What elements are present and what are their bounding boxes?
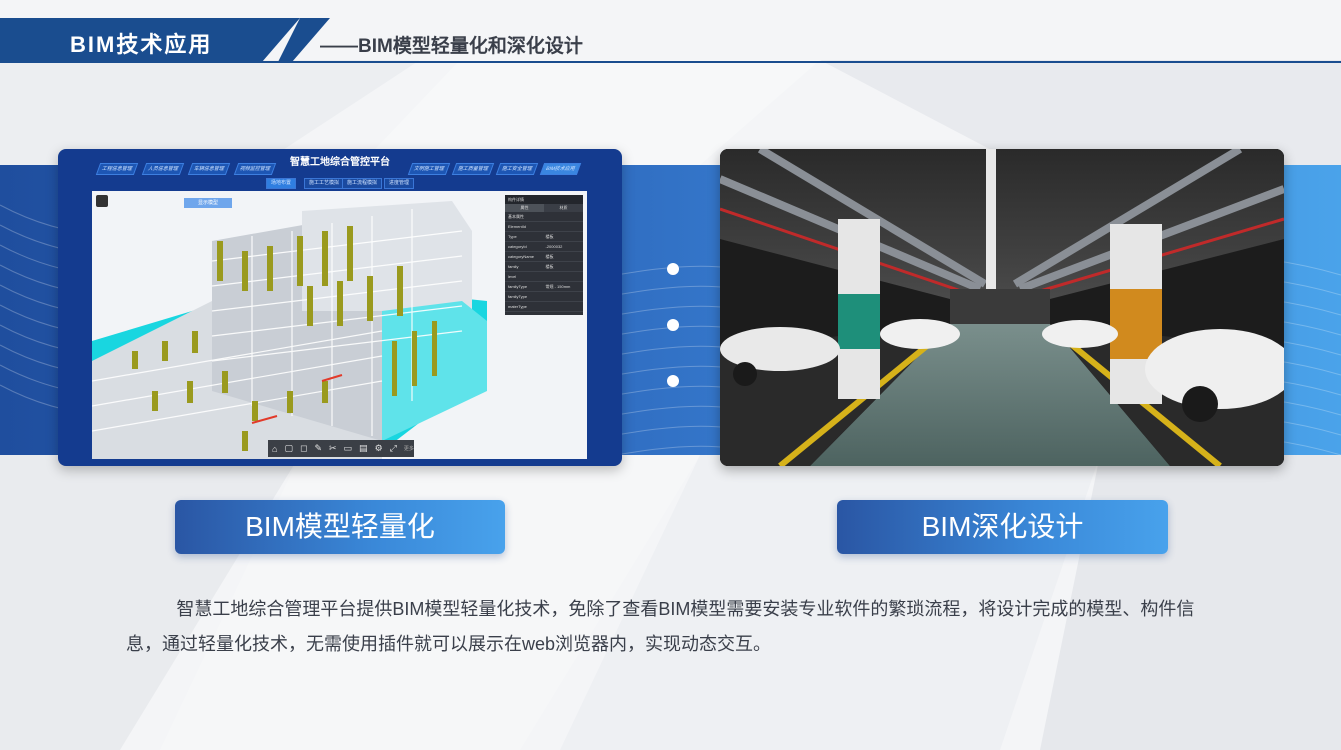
model-viewport: 显示模型 构件详情 属性 材质 基本属性 ElementId Type 楼板 ca… xyxy=(92,191,587,459)
property-row: level xyxy=(505,272,583,282)
property-row: categoryId -2000032 xyxy=(505,242,583,252)
property-tab-material[interactable]: 材质 xyxy=(544,204,583,212)
platform-subtab: 施工工艺模拟 xyxy=(304,178,345,189)
property-row: Type 楼板 xyxy=(505,232,583,242)
platform-subtab: 施工流程模拟 xyxy=(342,178,383,189)
fullscreen-icon[interactable]: ⤢ xyxy=(390,443,397,454)
property-panel-title: 构件详情 xyxy=(505,195,583,204)
property-row: ElementId xyxy=(505,222,583,232)
home-icon[interactable]: ⌂ xyxy=(272,444,277,454)
platform-tab: 视频监控管理 xyxy=(233,163,277,175)
section-title: BIM技术应用 xyxy=(70,32,213,57)
platform-subtab: 进度管理 xyxy=(384,178,415,189)
viewer-toolbar: ⌂ ▢ ◻ ✎ ✂ ▭ ▤ ⚙ ⤢ 更多 xyxy=(268,440,414,457)
property-row: materType xyxy=(505,302,583,312)
carousel-dot[interactable] xyxy=(667,375,679,387)
carousel-dot[interactable] xyxy=(667,263,679,275)
platform-tab: 工程信息管理 xyxy=(95,163,139,175)
section-icon[interactable]: ✂ xyxy=(329,443,337,454)
parking-garage-image xyxy=(720,149,1284,466)
platform-nav-tabs: 工程信息管理 人员信息管理 车辆信息管理 视频监控管理 文明施工管理 施工质量管… xyxy=(95,163,582,175)
property-row: familyType 常规 - 150mm xyxy=(505,282,583,292)
platform-subtab: 场地布置 xyxy=(266,178,297,189)
property-tab-attributes[interactable]: 属性 xyxy=(505,204,544,212)
description-text: 智慧工地综合管理平台提供BIM模型轻量化技术，免除了查看BIM模型需要安装专业软… xyxy=(126,599,1195,654)
settings-icon[interactable]: ⚙ xyxy=(375,443,383,454)
platform-tab: 车辆信息管理 xyxy=(187,163,231,175)
carousel-dot[interactable] xyxy=(667,319,679,331)
property-row: categoryName 楼板 xyxy=(505,252,583,262)
bim-platform-screenshot: 智慧工地综合管控平台 工程信息管理 人员信息管理 车辆信息管理 视频监控管理 文… xyxy=(58,149,622,466)
viewport-menu-icon[interactable] xyxy=(96,195,108,207)
platform-tab: 文明施工管理 xyxy=(407,163,451,175)
platform-tab-active: BIM技术应用 xyxy=(539,163,582,175)
label-bim-lightweight: BIM模型轻量化 xyxy=(175,500,505,554)
camera-icon[interactable]: ◻ xyxy=(300,443,307,454)
header-divider xyxy=(0,61,1341,63)
toolbar-more[interactable]: 更多 xyxy=(404,445,414,452)
section-subtitle: ——BIM模型轻量化和深化设计 xyxy=(320,36,583,57)
platform-tab: 施工质量管理 xyxy=(451,163,495,175)
label-bim-deepening-design: BIM深化设计 xyxy=(837,500,1168,554)
measure-icon[interactable]: ✎ xyxy=(314,443,322,454)
property-row: familyType xyxy=(505,292,583,302)
model-tree-icon[interactable]: ▭ xyxy=(344,443,353,454)
property-row: family 楼板 xyxy=(505,262,583,272)
property-row: 基本属性 xyxy=(505,212,583,222)
view-icon[interactable]: ▢ xyxy=(284,443,293,454)
parking-garage-render xyxy=(720,149,1284,466)
platform-tab: 人员信息管理 xyxy=(141,163,185,175)
property-panel: 构件详情 属性 材质 基本属性 ElementId Type 楼板 categor… xyxy=(505,195,583,315)
platform-tab: 施工安全管理 xyxy=(495,163,539,175)
properties-icon[interactable]: ▤ xyxy=(359,443,368,454)
viewport-chip[interactable]: 显示模型 xyxy=(184,198,232,208)
